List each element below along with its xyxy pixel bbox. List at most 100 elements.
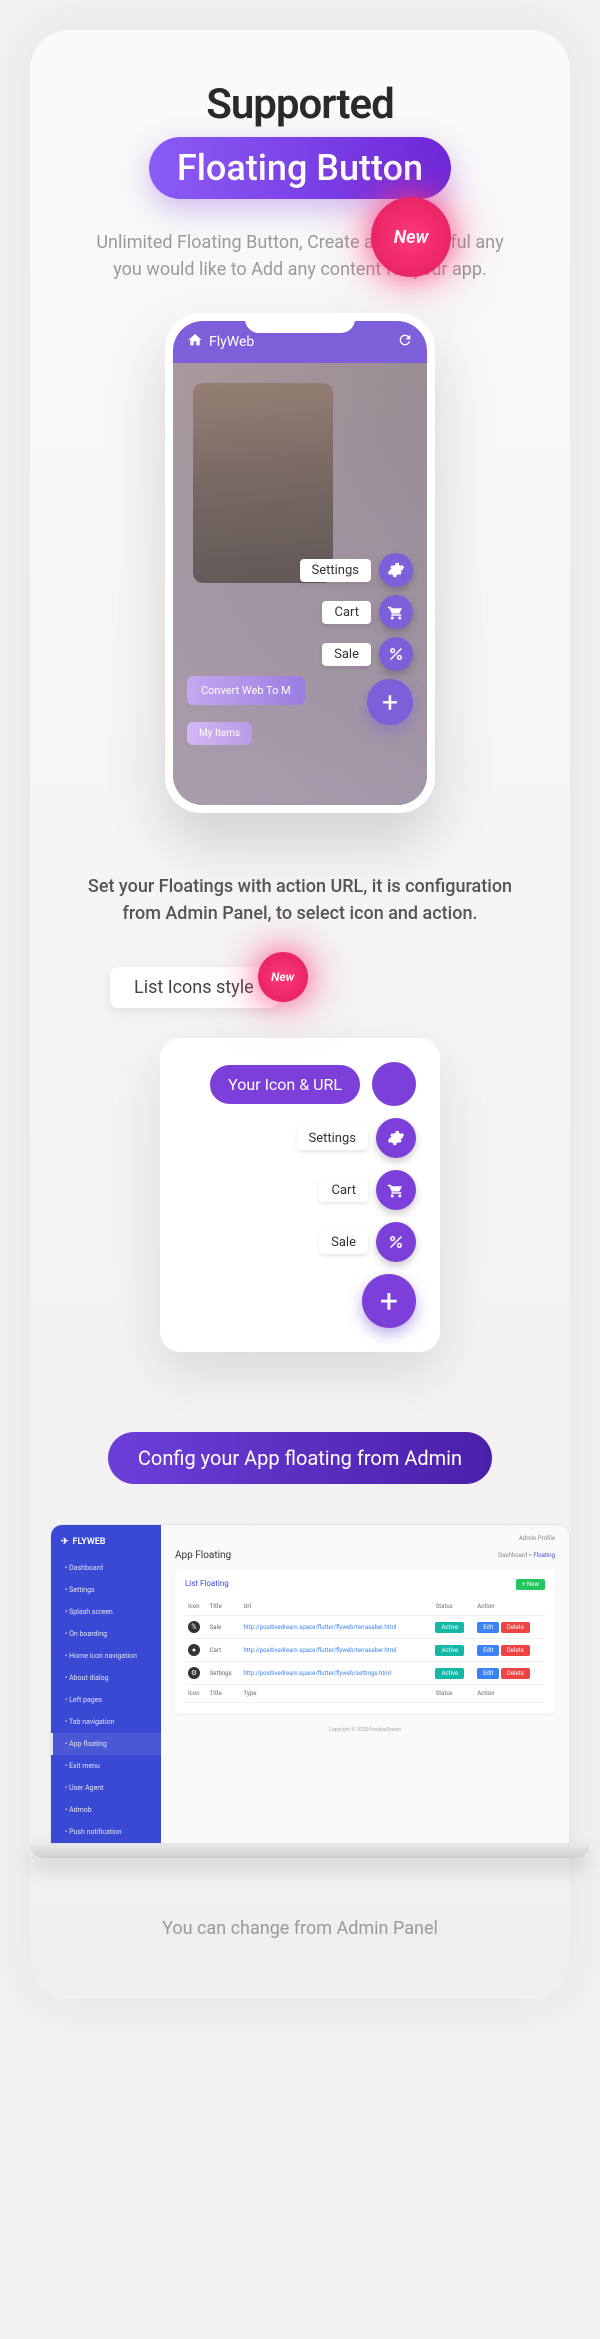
col-status: Status bbox=[432, 1685, 474, 1703]
phone-notch bbox=[245, 313, 355, 333]
list-icons-label-text: List Icons style bbox=[134, 977, 254, 998]
delete-button[interactable]: Delete bbox=[501, 1622, 530, 1633]
new-badge: New bbox=[258, 952, 308, 1002]
sidebar-item[interactable]: • Splash screen bbox=[51, 1601, 161, 1623]
sidebar-item[interactable]: • About dialog bbox=[51, 1667, 161, 1689]
breadcrumb-parent[interactable]: Dashboard bbox=[498, 1552, 527, 1559]
placeholder-icon bbox=[372, 1062, 416, 1106]
convert-button[interactable]: Convert Web To M bbox=[187, 676, 305, 705]
edit-button[interactable]: Edit bbox=[477, 1668, 499, 1679]
sidebar-item[interactable]: • User Agent bbox=[51, 1777, 161, 1799]
col-title: Title bbox=[207, 1685, 241, 1703]
col-icon: Icon bbox=[185, 1685, 207, 1703]
page-title: Supported bbox=[50, 80, 550, 129]
table-row: ⚙ Settingshttp://positivedream.space/flut… bbox=[185, 1662, 545, 1685]
fab-item-sale[interactable]: Sale bbox=[322, 637, 413, 671]
admin-page-title: App Floating bbox=[175, 1550, 231, 1561]
sidebar-item[interactable]: • On boarding bbox=[51, 1623, 161, 1645]
admin-footer: Copyright © 2020 PositiveDream bbox=[175, 1727, 555, 1733]
laptop-mockup: ✈ FLYWEB • Dashboard• Settings• Splash s… bbox=[50, 1524, 570, 1858]
fab-item-settings[interactable]: Settings bbox=[300, 553, 413, 587]
percent-icon bbox=[376, 1222, 416, 1262]
sidebar-item[interactable]: • App floating bbox=[51, 1733, 161, 1755]
fab-label: Sale bbox=[319, 1231, 368, 1254]
phone-body: Convert Web To M My Items Settings Cart … bbox=[173, 363, 427, 805]
row-url[interactable]: http://positivedream.space/flutter/flywe… bbox=[243, 1670, 390, 1677]
row-title: Settings bbox=[207, 1662, 241, 1685]
admin-screen: ✈ FLYWEB • Dashboard• Settings• Splash s… bbox=[50, 1524, 570, 1844]
col-icon: Icon bbox=[185, 1598, 207, 1616]
sidebar-item[interactable]: • Push notification bbox=[51, 1821, 161, 1843]
fab-label: Cart bbox=[319, 1179, 368, 1202]
delete-button[interactable]: Delete bbox=[501, 1645, 530, 1656]
table-row: %Salehttp://positivedream.space/flutter/… bbox=[185, 1616, 545, 1639]
fab-main-button[interactable]: + bbox=[362, 1274, 416, 1328]
fab-item-cart[interactable]: Cart bbox=[322, 595, 413, 629]
new-badge: New bbox=[371, 197, 451, 277]
footer-text: You can change from Admin Panel bbox=[50, 1918, 550, 1939]
status-badge: Active bbox=[435, 1622, 464, 1633]
card-item-cart: Cart bbox=[319, 1170, 416, 1210]
section-description: Set your Floatings with action URL, it i… bbox=[70, 873, 530, 927]
row-icon: ⚙ bbox=[188, 1667, 200, 1679]
phone-screen: FlyWeb Convert Web To M My Items Setting… bbox=[173, 321, 427, 805]
cart-icon bbox=[376, 1170, 416, 1210]
sidebar-item[interactable]: • Tab navigation bbox=[51, 1711, 161, 1733]
app-name: FlyWeb bbox=[209, 334, 254, 350]
row-title: Cart bbox=[207, 1639, 241, 1662]
plus-icon: + bbox=[380, 1282, 398, 1320]
edit-button[interactable]: Edit bbox=[477, 1645, 499, 1656]
col-action: Action bbox=[474, 1685, 545, 1703]
col-action: Action bbox=[474, 1598, 545, 1616]
icon-url-card: Your Icon & URL Settings Cart Sale + bbox=[160, 1038, 440, 1352]
admin-logo-text: FLYWEB bbox=[73, 1537, 106, 1547]
status-badge: Active bbox=[435, 1668, 464, 1679]
sidebar-item[interactable]: • Dashboard bbox=[51, 1557, 161, 1579]
card-item-sale: Sale bbox=[319, 1222, 416, 1262]
phone-mockup: FlyWeb Convert Web To M My Items Setting… bbox=[165, 313, 435, 813]
home-icon bbox=[187, 332, 203, 352]
row-icon: % bbox=[188, 1621, 200, 1633]
row-url[interactable]: http://positivedream.space/flutter/flywe… bbox=[243, 1624, 396, 1631]
edit-button[interactable]: Edit bbox=[477, 1622, 499, 1633]
config-pill: Config your App floating from Admin bbox=[108, 1432, 492, 1484]
sidebar-item[interactable]: • Settings bbox=[51, 1579, 161, 1601]
row-url[interactable]: http://positivedream.space/flutter/flywe… bbox=[243, 1647, 396, 1654]
col-url: Url bbox=[240, 1598, 432, 1616]
gear-icon bbox=[376, 1118, 416, 1158]
gear-icon bbox=[379, 553, 413, 587]
sidebar-item[interactable]: • Exit menu bbox=[51, 1755, 161, 1777]
fab-stack: Settings Cart Sale + bbox=[300, 553, 413, 725]
status-badge: Active bbox=[435, 1645, 464, 1656]
fab-label: Settings bbox=[300, 559, 371, 582]
list-icons-label: List Icons style New bbox=[110, 967, 278, 1008]
percent-icon bbox=[379, 637, 413, 671]
col-title: Title bbox=[207, 1598, 241, 1616]
col-type: Type bbox=[240, 1685, 432, 1703]
breadcrumb: Dashboard > Floating bbox=[498, 1552, 555, 1559]
list-floating-label: List Floating bbox=[185, 1579, 229, 1590]
sidebar-item[interactable]: • Admob bbox=[51, 1799, 161, 1821]
paper-plane-icon: ✈ bbox=[61, 1537, 69, 1547]
admin-topbar: Admin Profile bbox=[175, 1535, 555, 1542]
table-row: ● Carthttp://positivedream.space/flutter/… bbox=[185, 1639, 545, 1662]
refresh-icon bbox=[397, 332, 413, 352]
sidebar-item[interactable]: • Home icon navigation bbox=[51, 1645, 161, 1667]
admin-panel: List Floating + New Icon Title Url Statu… bbox=[175, 1569, 555, 1713]
row-icon: ● bbox=[188, 1644, 200, 1656]
breadcrumb-current: Floating bbox=[533, 1552, 555, 1559]
fab-label: Sale bbox=[322, 643, 371, 666]
sidebar-item[interactable]: • Left pages bbox=[51, 1689, 161, 1711]
new-button[interactable]: + New bbox=[516, 1579, 545, 1590]
card-item-settings: Settings bbox=[297, 1118, 416, 1158]
delete-button[interactable]: Delete bbox=[501, 1668, 530, 1679]
laptop-base bbox=[30, 1844, 590, 1858]
my-items-button[interactable]: My Items bbox=[187, 722, 252, 745]
feature-pill-label: Floating Button bbox=[177, 147, 423, 189]
feature-pill: Floating Button New bbox=[149, 137, 451, 199]
fab-main-button[interactable]: + bbox=[367, 679, 413, 725]
admin-sidebar: ✈ FLYWEB • Dashboard• Settings• Splash s… bbox=[51, 1525, 161, 1843]
cart-icon bbox=[379, 595, 413, 629]
plus-icon: + bbox=[382, 686, 398, 719]
col-status: Status bbox=[432, 1598, 474, 1616]
